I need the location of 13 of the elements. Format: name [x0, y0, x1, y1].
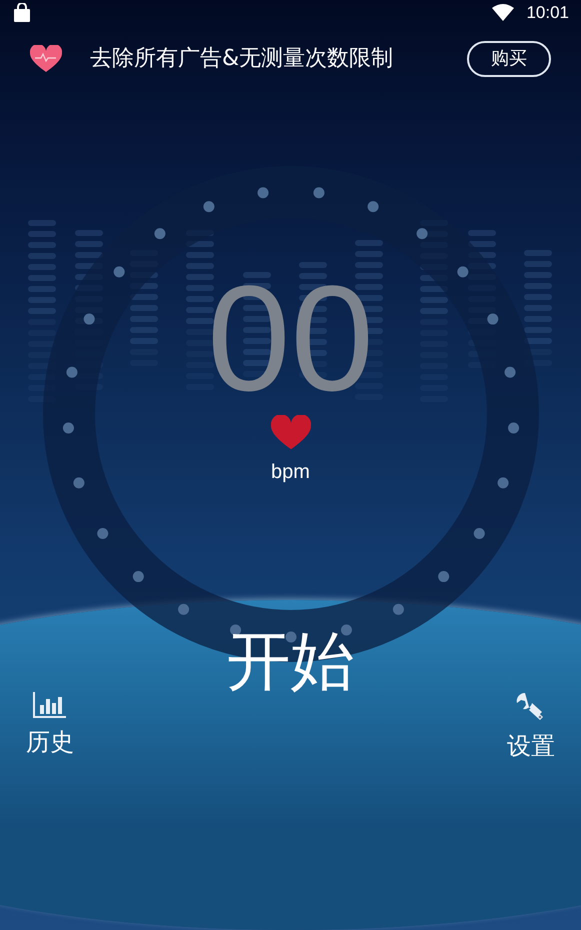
settings-button[interactable]: 设置 [507, 728, 555, 764]
heart-icon [30, 44, 62, 73]
start-button[interactable]: 开始 [226, 630, 354, 694]
heart-rate-reading: 00 [207, 273, 374, 404]
promo-text: 去除所有广告&无测量次数限制 [90, 45, 394, 74]
unit-label: bpm [271, 460, 310, 486]
bar-chart-icon [33, 692, 67, 718]
clock-time: 10:01 [526, 2, 569, 24]
buy-button[interactable]: 购买 [467, 40, 551, 77]
shopping-bag-icon [12, 2, 32, 23]
history-button[interactable]: 历史 [26, 724, 74, 760]
heart-icon [270, 415, 310, 452]
wifi-icon [492, 4, 514, 22]
